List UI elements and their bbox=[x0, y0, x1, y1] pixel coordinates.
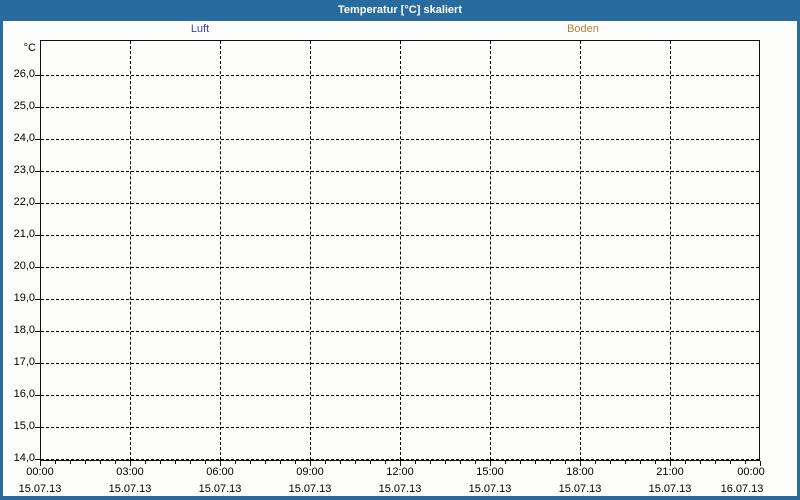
y-tick-label: 19,0 bbox=[13, 292, 35, 304]
x-axis-minor-tick bbox=[355, 461, 356, 464]
x-axis-minor-tick bbox=[640, 461, 641, 464]
y-tick-label: 14,0 bbox=[13, 452, 35, 464]
y-tick-label: 21,0 bbox=[13, 228, 35, 240]
y-axis-tick bbox=[35, 395, 40, 396]
y-axis-tick bbox=[35, 299, 40, 300]
x-tick-time-label: 03:00 bbox=[116, 466, 144, 478]
x-gridline bbox=[580, 41, 581, 460]
x-axis-minor-tick bbox=[205, 461, 206, 464]
y-tick-label: 16,0 bbox=[13, 388, 35, 400]
x-axis-minor-tick bbox=[520, 461, 521, 464]
x-tick-time-label: 21:00 bbox=[656, 466, 684, 478]
y-axis-tick bbox=[35, 331, 40, 332]
x-tick-date-label: 15.07.13 bbox=[198, 483, 242, 495]
y-tick-label: 20,0 bbox=[13, 260, 35, 272]
x-axis-minor-tick bbox=[460, 461, 461, 464]
x-axis-minor-tick bbox=[100, 461, 101, 464]
x-axis-minor-tick bbox=[175, 461, 176, 464]
x-tick-time-label: 15:00 bbox=[476, 466, 504, 478]
x-tick-date-label: 15.07.13 bbox=[648, 483, 692, 495]
x-axis-minor-tick bbox=[475, 461, 476, 464]
x-gridline bbox=[490, 41, 491, 460]
y-axis-tick bbox=[35, 235, 40, 236]
x-tick-time-label: 06:00 bbox=[206, 466, 234, 478]
legend-item-boden: Boden bbox=[567, 23, 599, 35]
y-axis-tick bbox=[35, 171, 40, 172]
x-axis-minor-tick bbox=[415, 461, 416, 464]
x-axis-minor-tick bbox=[550, 461, 551, 464]
x-gridline bbox=[670, 41, 671, 460]
x-tick-date-label: 15.07.13 bbox=[558, 483, 602, 495]
x-axis-minor-tick bbox=[190, 461, 191, 464]
x-axis-minor-tick bbox=[235, 461, 236, 464]
y-axis-tick bbox=[35, 107, 40, 108]
x-axis-minor-tick bbox=[265, 461, 266, 464]
x-tick-time-label: 00:00 bbox=[737, 466, 765, 478]
y-axis-tick bbox=[35, 203, 40, 204]
x-axis-minor-tick bbox=[595, 461, 596, 464]
x-tick-date-label: 15.07.13 bbox=[18, 483, 62, 495]
x-axis-minor-tick bbox=[70, 461, 71, 464]
y-tick-label: 17,0 bbox=[13, 356, 35, 368]
x-tick-time-label: 09:00 bbox=[296, 466, 324, 478]
x-axis-minor-tick bbox=[685, 461, 686, 464]
x-tick-time-label: 12:00 bbox=[386, 466, 414, 478]
x-gridline bbox=[400, 41, 401, 460]
x-axis-minor-tick bbox=[730, 461, 731, 464]
title-bar[interactable]: Temperatur [°C] skaliert bbox=[0, 0, 800, 21]
window-border-left bbox=[0, 21, 3, 500]
x-axis-minor-tick bbox=[55, 461, 56, 464]
x-axis-minor-tick bbox=[340, 461, 341, 464]
y-tick-label: 23,0 bbox=[13, 164, 35, 176]
x-axis-minor-tick bbox=[250, 461, 251, 464]
y-axis-tick bbox=[35, 139, 40, 140]
y-axis-tick bbox=[35, 267, 40, 268]
chart-window: Temperatur [°C] skaliert Luft Boden °C 2… bbox=[0, 0, 800, 500]
x-tick-date-label: 15.07.13 bbox=[108, 483, 152, 495]
x-tick-date-label: 15.07.13 bbox=[378, 483, 422, 495]
x-tick-date-label: 15.07.13 bbox=[468, 483, 512, 495]
x-axis-minor-tick bbox=[85, 461, 86, 464]
x-axis-minor-tick bbox=[145, 461, 146, 464]
y-tick-label: 26,0 bbox=[13, 68, 35, 80]
y-tick-label: 24,0 bbox=[13, 132, 35, 144]
x-axis-minor-tick bbox=[745, 461, 746, 464]
x-axis-minor-tick bbox=[565, 461, 566, 464]
y-tick-label: 15,0 bbox=[13, 420, 35, 432]
y-axis-tick bbox=[35, 75, 40, 76]
x-axis-minor-tick bbox=[505, 461, 506, 464]
x-tick-date-label: 15.07.13 bbox=[288, 483, 332, 495]
x-axis-minor-tick bbox=[715, 461, 716, 464]
window-border-bottom bbox=[0, 496, 800, 500]
legend-item-luft: Luft bbox=[190, 23, 210, 35]
y-tick-label: 25,0 bbox=[13, 100, 35, 112]
x-axis-minor-tick bbox=[280, 461, 281, 464]
x-tick-date-label: 16.07.13 bbox=[720, 483, 764, 495]
x-gridline bbox=[310, 41, 311, 460]
y-axis-tick bbox=[35, 363, 40, 364]
x-axis-minor-tick bbox=[610, 461, 611, 464]
x-axis-minor-tick bbox=[295, 461, 296, 464]
x-axis-minor-tick bbox=[625, 461, 626, 464]
x-axis-minor-tick bbox=[325, 461, 326, 464]
x-axis-minor-tick bbox=[430, 461, 431, 464]
x-axis-minor-tick bbox=[115, 461, 116, 464]
y-axis-tick bbox=[35, 459, 40, 460]
x-gridline bbox=[130, 41, 131, 460]
y-tick-label: 18,0 bbox=[13, 324, 35, 336]
x-tick-time-label: 00:00 bbox=[26, 466, 54, 478]
x-axis-minor-tick bbox=[370, 461, 371, 464]
y-tick-label: 22,0 bbox=[13, 196, 35, 208]
x-gridline bbox=[220, 41, 221, 460]
x-axis-minor-tick bbox=[700, 461, 701, 464]
x-axis-minor-tick bbox=[535, 461, 536, 464]
x-tick-time-label: 18:00 bbox=[566, 466, 594, 478]
y-axis-unit-label: °C bbox=[23, 42, 36, 54]
x-axis-minor-tick bbox=[160, 461, 161, 464]
x-axis-minor-tick bbox=[655, 461, 656, 464]
x-axis-minor-tick bbox=[445, 461, 446, 464]
window-title: Temperatur [°C] skaliert bbox=[337, 4, 462, 16]
y-axis-tick bbox=[35, 427, 40, 428]
x-axis-minor-tick bbox=[385, 461, 386, 464]
